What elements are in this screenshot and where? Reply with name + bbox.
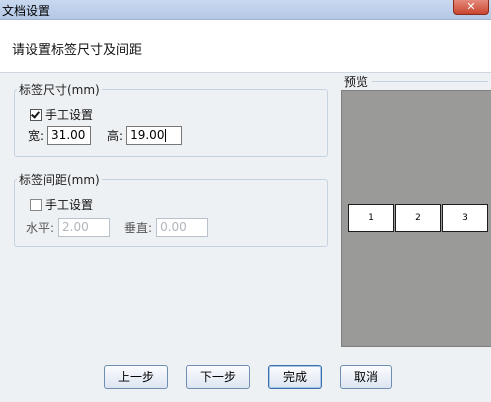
- dialog-body: 标签尺寸(mm) 手工设置 宽: 31.00 高: 19.00 标签间距(mm)…: [0, 73, 491, 402]
- label-spacing-legend: 标签间距(mm): [19, 173, 100, 187]
- preview-label-2: 2: [395, 204, 441, 232]
- preview-label-1: 1: [348, 204, 394, 232]
- width-input[interactable]: 31.00: [47, 126, 92, 145]
- horizontal-label: 水平:: [26, 221, 55, 235]
- size-manual-label: 手工设置: [45, 108, 94, 122]
- vertical-label: 垂直:: [124, 221, 153, 235]
- close-icon: ✕: [466, 0, 476, 13]
- size-fields-row: 宽: 31.00 高: 19.00: [28, 126, 183, 145]
- spacing-manual-label: 手工设置: [45, 198, 94, 212]
- title-bar: 文档设置 ✕: [0, 0, 491, 20]
- preview-canvas: 1 2 3: [341, 90, 491, 347]
- prev-step-button[interactable]: 上一步: [104, 365, 168, 389]
- document-settings-dialog: 文档设置 ✕ 请设置标签尺寸及间距 标签尺寸(mm) 手工设置 宽: 31.00…: [0, 0, 491, 402]
- horizontal-input[interactable]: 2.00: [58, 218, 111, 237]
- height-label: 高:: [107, 129, 124, 143]
- label-size-legend: 标签尺寸(mm): [19, 83, 100, 97]
- finish-button[interactable]: 完成: [268, 365, 322, 389]
- size-manual-checkbox[interactable]: [30, 108, 42, 121]
- height-input-value: 19.00: [130, 128, 165, 142]
- preview-title: 预览: [344, 73, 371, 90]
- width-label: 宽:: [28, 129, 45, 143]
- preview-group-border: [372, 81, 488, 82]
- spacing-manual-checkbox-row[interactable]: 手工设置: [30, 196, 93, 213]
- close-button[interactable]: ✕: [453, 0, 489, 15]
- spacing-manual-checkbox[interactable]: [30, 198, 42, 211]
- window-title: 文档设置: [2, 4, 51, 18]
- dialog-header: 请设置标签尺寸及间距: [0, 20, 491, 73]
- cancel-button[interactable]: 取消: [340, 365, 392, 389]
- preview-label-3: 3: [442, 204, 488, 232]
- size-manual-checkbox-row[interactable]: 手工设置: [30, 106, 93, 123]
- spacing-fields-row: 水平: 2.00 垂直: 0.00: [26, 218, 209, 237]
- page-heading: 请设置标签尺寸及间距: [12, 43, 143, 58]
- height-input[interactable]: 19.00: [126, 126, 183, 145]
- next-step-button[interactable]: 下一步: [186, 365, 250, 389]
- vertical-input[interactable]: 0.00: [156, 218, 209, 237]
